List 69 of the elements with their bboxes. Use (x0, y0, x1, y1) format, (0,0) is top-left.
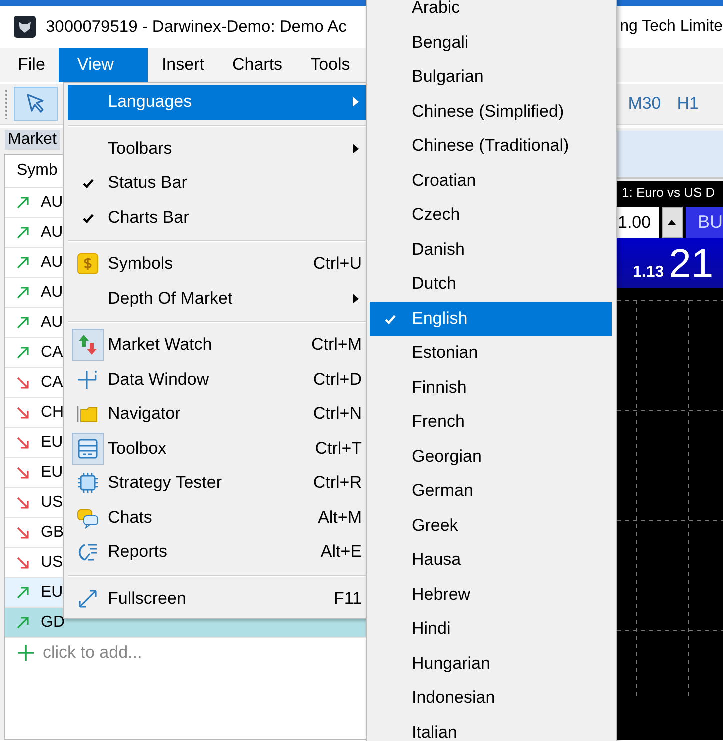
language-item[interactable]: Finnish (370, 370, 612, 405)
language-item[interactable]: Bengali (370, 26, 612, 60)
window-title: 3000079519 - Darwinex-Demo: Demo Ac (46, 18, 347, 36)
timeframe-button[interactable]: H1 (677, 94, 699, 114)
column-header[interactable]: Symb (17, 162, 58, 180)
language-item[interactable]: Georgian (370, 440, 612, 474)
shortcut-label: Ctrl+R (313, 473, 363, 494)
language-item[interactable]: Czech (370, 198, 612, 232)
increment-button[interactable] (662, 207, 683, 238)
shortcut-label: Alt+M (318, 508, 363, 528)
menu-item[interactable]: Insert (148, 48, 218, 82)
menu-item[interactable]: Charts (218, 48, 297, 82)
panel-tab[interactable]: Market (5, 130, 60, 150)
language-item[interactable]: Arabic (370, 0, 612, 26)
language-item[interactable]: Greek (370, 508, 612, 543)
language-item[interactable]: Hindi (370, 612, 612, 646)
language-item[interactable]: Hungarian (370, 646, 612, 681)
cursor-icon (25, 93, 47, 115)
buy-button[interactable]: BU (686, 207, 723, 238)
symbol-name: CA (41, 344, 64, 362)
language-item[interactable]: Chinese (Simplified) (370, 94, 612, 129)
language-item[interactable]: Hausa (370, 543, 612, 578)
symbol-name: GD (41, 614, 65, 632)
symbol-name: AU (41, 284, 64, 302)
plus-icon (17, 644, 35, 662)
symbol-name: GB (41, 524, 64, 542)
shortcut-label: Ctrl+D (313, 370, 363, 390)
shortcut-label: Ctrl+U (313, 254, 363, 274)
symbol-name: EU (41, 584, 64, 602)
language-item[interactable]: French (370, 405, 612, 440)
chart-title: 1: Euro vs US D (621, 184, 716, 202)
language-item[interactable]: Danish (370, 232, 612, 267)
language-item[interactable]: Italian (370, 716, 612, 741)
price-prefix: 1.13 (633, 264, 664, 283)
language-item[interactable]: German (370, 474, 612, 508)
shortcut-label: F11 (334, 588, 363, 609)
symbol-name: US (41, 554, 64, 572)
language-item[interactable]: Chinese (Traditional) (370, 129, 612, 164)
language-item[interactable]: Dutch (370, 267, 612, 302)
shortcut-label: Ctrl+M (311, 335, 363, 356)
add-symbol-link[interactable]: click to add... (43, 643, 142, 663)
language-item[interactable]: Indonesian (370, 681, 612, 716)
symbol-name: CA (41, 374, 64, 392)
symbol-name: EU (41, 434, 64, 452)
language-item[interactable]: Bulgarian (370, 60, 612, 94)
symbol-name: AU (41, 314, 64, 332)
shortcut-label: Alt+E (320, 542, 363, 562)
symbol-name: AU (41, 194, 64, 212)
menu-item[interactable]: File (4, 48, 60, 82)
shortcut-label: Ctrl+T (315, 438, 363, 459)
language-item[interactable]: English (370, 302, 612, 336)
language-item[interactable]: Hebrew (370, 578, 612, 612)
language-item[interactable]: Croatian (370, 164, 612, 198)
language-item[interactable]: Estonian (370, 336, 612, 370)
symbol-name: AU (41, 254, 64, 272)
price-digits: 21 (669, 244, 714, 284)
symbol-name: AU (41, 224, 64, 242)
menu-item[interactable]: Tools (296, 48, 364, 82)
window-title: ng Tech Limite (620, 18, 723, 36)
app-logo-icon (14, 16, 36, 38)
pointer-tool-button[interactable] (14, 87, 58, 121)
timeframe-button[interactable]: M30 (628, 94, 662, 114)
symbol-name: CH (41, 404, 64, 422)
menu-item[interactable]: View (59, 48, 148, 82)
symbol-name: EU (41, 464, 64, 482)
up-triangle-icon (667, 219, 678, 226)
lot-size-field[interactable]: 1.00 (617, 207, 659, 238)
shortcut-label: Ctrl+N (313, 404, 363, 424)
symbol-name: US (41, 494, 64, 512)
